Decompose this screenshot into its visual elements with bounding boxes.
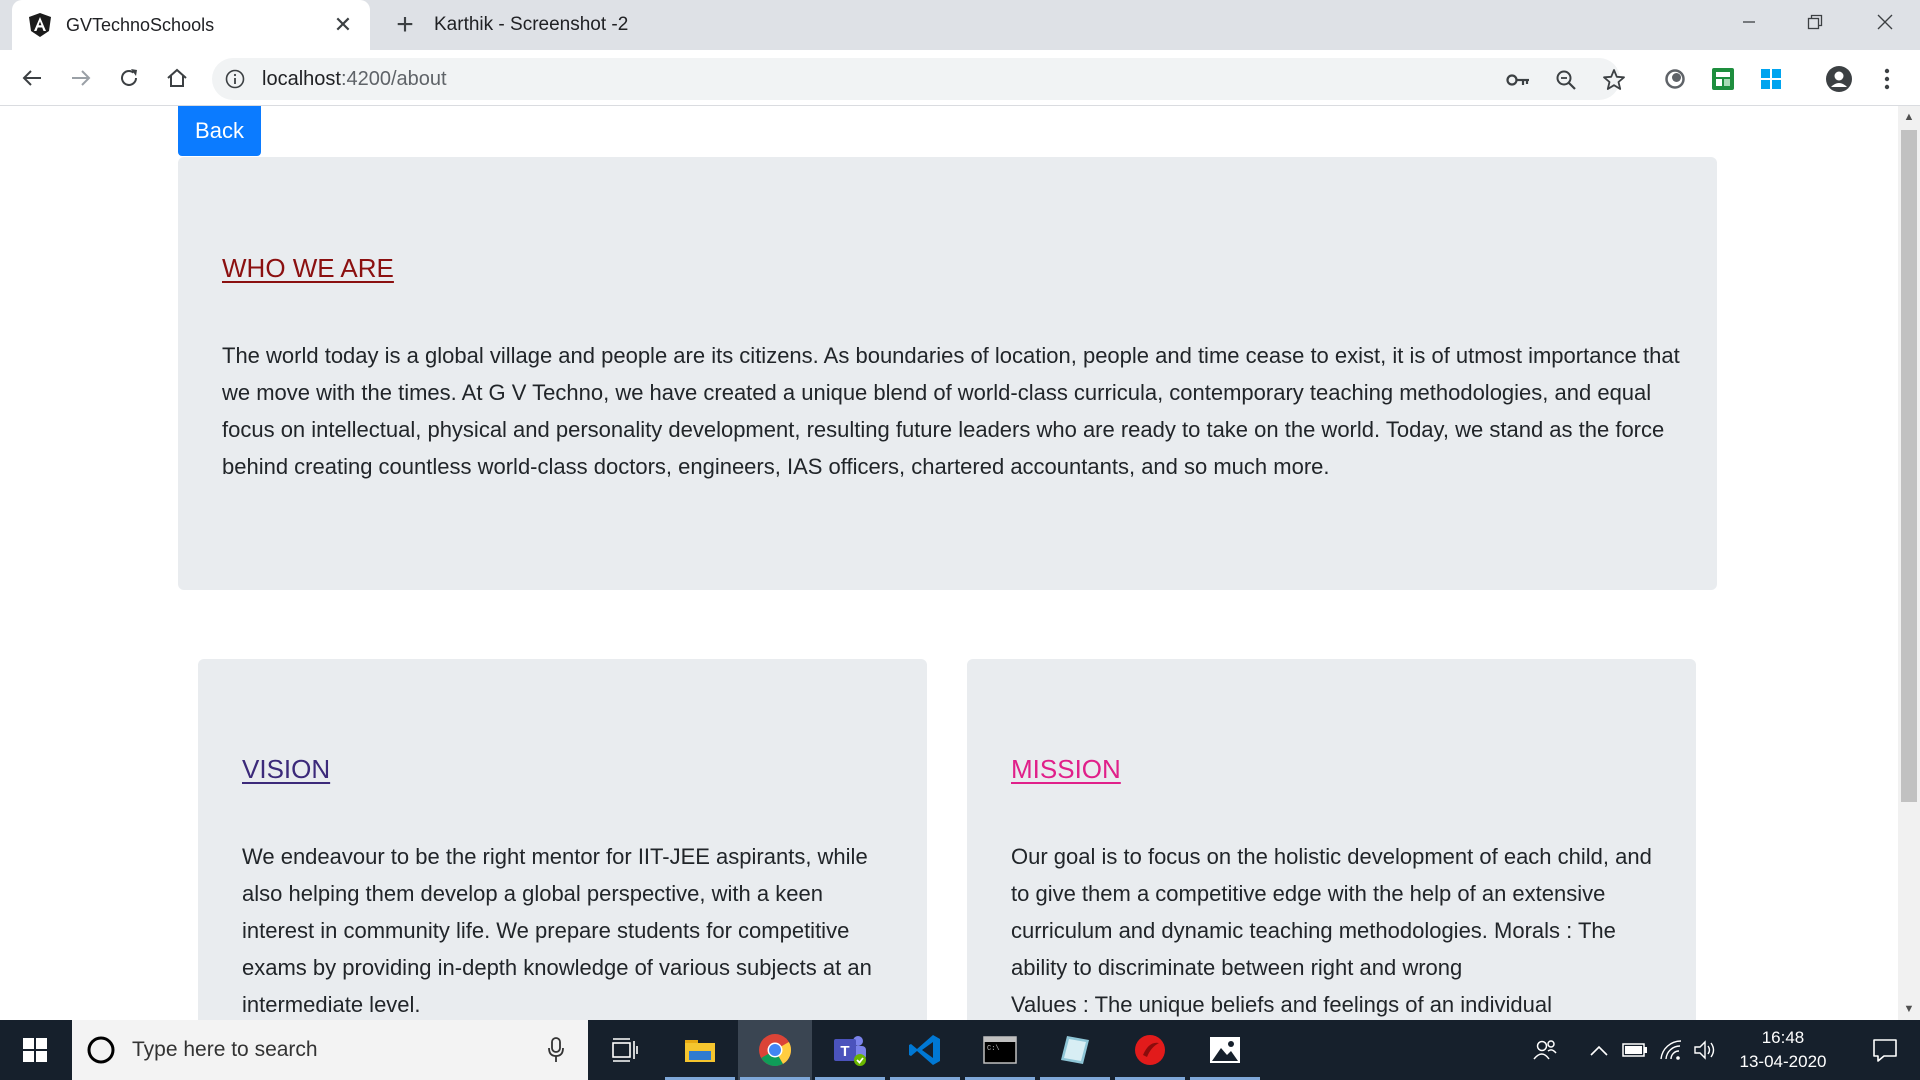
url-host: localhost <box>262 68 341 90</box>
star-icon[interactable] <box>1600 66 1628 94</box>
mission-card: MISSION Our goal is to focus on the holi… <box>967 659 1696 1020</box>
scroll-down-icon[interactable]: ▼ <box>1898 998 1920 1020</box>
vertical-scrollbar[interactable]: ▲ ▼ <box>1898 106 1920 1020</box>
volume-icon[interactable] <box>1690 1035 1720 1065</box>
close-window-icon[interactable] <box>1852 0 1918 44</box>
back-arrow-icon[interactable] <box>14 60 50 96</box>
windows-taskbar: Type here to search T C:\ 16:48 13-04-20… <box>0 1020 1920 1080</box>
scrollbar-thumb[interactable] <box>1901 130 1917 802</box>
file-explorer-icon[interactable] <box>663 1020 737 1080</box>
back-button[interactable]: Back <box>178 106 261 156</box>
restore-icon[interactable] <box>1782 0 1848 44</box>
scroll-up-icon[interactable]: ▲ <box>1898 106 1920 128</box>
mission-heading: MISSION <box>1011 754 1121 784</box>
address-bar[interactable]: localhost:4200/about <box>212 58 1625 100</box>
vision-card: VISION We endeavour to be the right ment… <box>198 659 927 1020</box>
chevron-up-icon[interactable] <box>1584 1035 1614 1065</box>
teams-icon[interactable]: T <box>813 1020 887 1080</box>
browser-toolbar: localhost:4200/about <box>0 50 1920 106</box>
clock-time: 16:48 <box>1761 1028 1805 1047</box>
system-clock[interactable]: 16:48 13-04-2020 <box>1728 1026 1838 1074</box>
svg-text:T: T <box>840 1043 849 1060</box>
page-viewport: Back WHO WE ARE The world today is a glo… <box>0 106 1898 1020</box>
who-we-are-card: WHO WE ARE The world today is a global v… <box>178 157 1717 590</box>
vision-heading: VISION <box>242 754 331 784</box>
who-we-are-heading: WHO WE ARE <box>222 253 394 283</box>
windows-extension-icon[interactable] <box>1756 64 1786 94</box>
wifi-icon[interactable] <box>1656 1035 1686 1065</box>
notes-app-icon[interactable] <box>1038 1020 1112 1080</box>
key-icon[interactable] <box>1504 66 1532 94</box>
close-tab-icon[interactable]: ✕ <box>330 12 356 38</box>
taskbar-search-box[interactable]: Type here to search <box>72 1020 588 1080</box>
url-text: localhost:4200/about <box>262 68 447 91</box>
home-icon[interactable] <box>159 60 195 96</box>
command-prompt-icon[interactable]: C:\ <box>963 1020 1037 1080</box>
chrome-taskbar-icon[interactable] <box>738 1020 812 1080</box>
info-icon[interactable] <box>224 68 246 90</box>
browser-tab[interactable]: GVTechnoSchools ✕ <box>12 0 370 50</box>
taskbar-search-placeholder: Type here to search <box>132 1038 318 1061</box>
window-title: Karthik - Screenshot -2 <box>434 14 629 35</box>
microphone-icon[interactable] <box>536 1030 576 1070</box>
clock-date: 13-04-2020 <box>1739 1052 1827 1071</box>
battery-icon[interactable] <box>1620 1035 1650 1065</box>
minimize-icon[interactable] <box>1716 0 1782 44</box>
vision-text: We endeavour to be the right mentor for … <box>242 844 872 1017</box>
forward-arrow-icon[interactable] <box>63 60 99 96</box>
photos-icon[interactable] <box>1188 1020 1262 1080</box>
new-tab-icon[interactable]: + <box>390 8 420 41</box>
tab-title: GVTechnoSchools <box>66 14 215 35</box>
svg-text:C:\: C:\ <box>987 1045 1000 1053</box>
vscode-icon[interactable] <box>888 1020 962 1080</box>
notification-center-icon[interactable] <box>1850 1020 1920 1080</box>
who-we-are-text: The world today is a global village and … <box>222 343 1680 479</box>
angular-icon <box>28 13 52 37</box>
mission-text: Our goal is to focus on the holistic dev… <box>1011 838 1661 1020</box>
sheets-extension-icon[interactable] <box>1708 64 1738 94</box>
extension-circle-icon[interactable] <box>1660 64 1690 94</box>
profile-avatar-icon[interactable] <box>1824 64 1854 94</box>
menu-kebab-icon[interactable] <box>1872 64 1902 94</box>
people-icon[interactable] <box>1530 1035 1560 1065</box>
mission-text-line1: Our goal is to focus on the holistic dev… <box>1011 844 1652 980</box>
cortana-icon <box>86 1035 116 1065</box>
tab-strip: GVTechnoSchools ✕ + Karthik - Screenshot… <box>0 0 1920 50</box>
task-view-icon[interactable] <box>588 1020 662 1080</box>
reload-icon[interactable] <box>111 60 147 96</box>
mission-text-line2: Values : The unique beliefs and feelings… <box>1011 992 1553 1017</box>
zoom-icon[interactable] <box>1552 66 1580 94</box>
windows-start-icon[interactable] <box>0 1020 70 1080</box>
red-app-icon[interactable] <box>1113 1020 1187 1080</box>
url-path: :4200/about <box>340 68 447 90</box>
